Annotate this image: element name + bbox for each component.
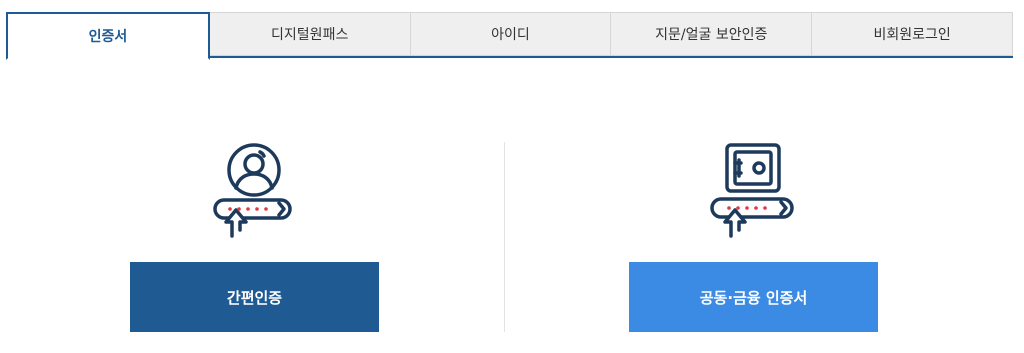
tab-digital-onepass[interactable]: 디지털원패스 <box>209 12 411 56</box>
login-method-tabs: 인증서 디지털원패스 아이디 지문/얼굴 보안인증 비회원로그인 <box>6 12 1013 60</box>
person-password-icon <box>213 143 292 238</box>
simple-auth-button[interactable]: 간편인증 <box>130 262 379 332</box>
tab-biometric[interactable]: 지문/얼굴 보안인증 <box>611 12 813 56</box>
joint-certificate-button[interactable]: 공동·금융 인증서 <box>629 262 878 332</box>
safe-password-icon <box>710 143 794 238</box>
column-divider <box>504 142 505 332</box>
login-page: 인증서 디지털원패스 아이디 지문/얼굴 보안인증 비회원로그인 간편인증 공동… <box>0 0 1024 353</box>
tab-non-member[interactable]: 비회원로그인 <box>812 12 1013 56</box>
tab-id[interactable]: 아이디 <box>410 12 612 56</box>
tab-certificate[interactable]: 인증서 <box>6 12 210 60</box>
